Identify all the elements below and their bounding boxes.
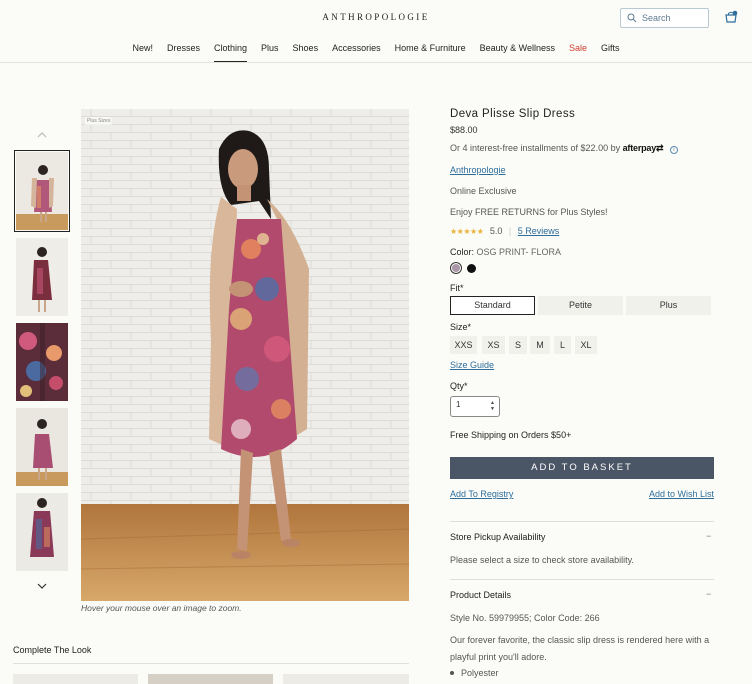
afterpay-logo: afterpay [622,143,657,153]
rating-value: 5.0 [489,226,503,236]
store-pickup-text: Please select a size to check store avai… [450,555,634,565]
search-placeholder: Search [642,13,671,23]
free-returns-text: Enjoy FREE RETURNS for Plus Styles! [450,207,608,217]
qty-label: Qty* [450,381,468,391]
nav-beauty-wellness[interactable]: Beauty & Wellness [480,40,555,62]
nav-clothing[interactable]: Clothing [214,40,248,62]
afterpay-arrow-icon: ⇄ [656,143,664,153]
size-l-button[interactable]: L [554,336,571,354]
zoom-hint: Hover your mouse over an image to zoom. [81,603,242,613]
header-divider [0,62,752,63]
quantity-stepper[interactable]: 1 ▲ ▼ [450,396,500,417]
basket-icon[interactable] [724,10,738,24]
color-label-text: Color: [450,247,475,257]
nav-plus[interactable]: Plus [261,40,279,62]
look-item-1[interactable] [13,674,138,684]
product-photo [81,109,409,601]
bullet-icon [450,671,454,675]
product-price: $88.00 [450,125,478,135]
nav-dresses[interactable]: Dresses [167,40,200,62]
nav-new[interactable]: New! [132,40,153,62]
rating-separator: | [508,226,512,236]
online-exclusive-label: Online Exclusive [450,186,517,196]
thumbnail-1[interactable] [14,150,70,232]
product-title: Deva Plisse Slip Dress [450,108,576,120]
search-icon [627,13,637,23]
stepper-arrows-icon[interactable]: ▲ ▼ [490,400,495,412]
installments-info: Or 4 interest-free installments of $22.0… [450,143,678,154]
size-xs-button[interactable]: XS [482,336,505,354]
look-item-2[interactable] [148,674,273,684]
free-shipping-text: Free Shipping on Orders $50+ [450,430,572,440]
thumbnail-5[interactable] [16,493,68,571]
main-product-image[interactable]: Plus Sizes [81,109,409,601]
complete-the-look-divider [13,663,409,664]
product-details-title[interactable]: Product Details [450,590,511,600]
fit-plus-button[interactable]: Plus [626,296,711,315]
thumbnail-4[interactable] [16,408,68,486]
main-nav: New! Dresses Clothing Plus Shoes Accesso… [0,40,752,62]
nav-accessories[interactable]: Accessories [332,40,381,62]
add-to-basket-button[interactable]: ADD TO BASKET [450,457,714,479]
fit-standard-button[interactable]: Standard [450,296,535,315]
info-icon[interactable]: i [669,146,678,154]
color-label: Color: OSG PRINT- FLORA [450,247,561,257]
product-description: Our forever favorite, the classic slip d… [450,635,710,662]
search-input[interactable]: Search [620,8,709,28]
add-to-wish-list-link[interactable]: Add to Wish List [649,489,714,499]
color-value: OSG PRINT- FLORA [476,247,562,257]
nav-shoes[interactable]: Shoes [293,40,319,62]
complete-the-look-title: Complete The Look [13,645,92,655]
size-guide-link[interactable]: Size Guide [450,360,494,370]
material-bullet: Polyester [450,668,499,678]
product-details-collapse-icon[interactable]: − [706,589,711,599]
color-swatch-flora[interactable] [450,262,462,274]
size-xxs-button[interactable]: XXS [450,336,477,354]
nav-gifts[interactable]: Gifts [601,40,620,62]
size-m-button[interactable]: M [530,336,550,354]
thumbnail-down-chevron-icon[interactable] [36,581,48,591]
nav-sale[interactable]: Sale [569,40,587,62]
reviews-link[interactable]: 5 Reviews [518,226,560,236]
add-to-registry-link[interactable]: Add To Registry [450,489,513,499]
store-pickup-collapse-icon[interactable]: − [706,531,711,541]
installments-text: Or 4 interest-free installments of $22.0… [450,143,621,153]
rating-row: ★★★★★ 5.0 | 5 Reviews [450,226,559,236]
thumbnail-3[interactable] [16,323,68,401]
thumbnail-2[interactable] [16,238,68,316]
thumbnail-up-chevron-icon[interactable] [36,130,48,140]
size-label: Size* [450,322,472,332]
accordion-divider [450,579,714,580]
quantity-value: 1 [456,400,461,409]
size-xl-button[interactable]: XL [575,336,597,354]
fit-petite-button[interactable]: Petite [538,296,623,315]
fit-label: Fit* [450,283,464,293]
size-s-button[interactable]: S [509,336,527,354]
accordion-divider [450,521,714,522]
look-item-3[interactable] [283,674,409,684]
material-text: Polyester [461,668,499,678]
store-pickup-title[interactable]: Store Pickup Availability [450,532,545,542]
brand-link[interactable]: Anthropologie [450,165,506,175]
style-number: Style No. 59979955; Color Code: 266 [450,613,600,623]
color-swatch-black[interactable] [467,264,476,273]
star-rating-icon: ★★★★★ [450,227,484,236]
nav-home-furniture[interactable]: Home & Furniture [395,40,466,62]
plus-sizes-badge: Plus Sizes [85,117,113,125]
